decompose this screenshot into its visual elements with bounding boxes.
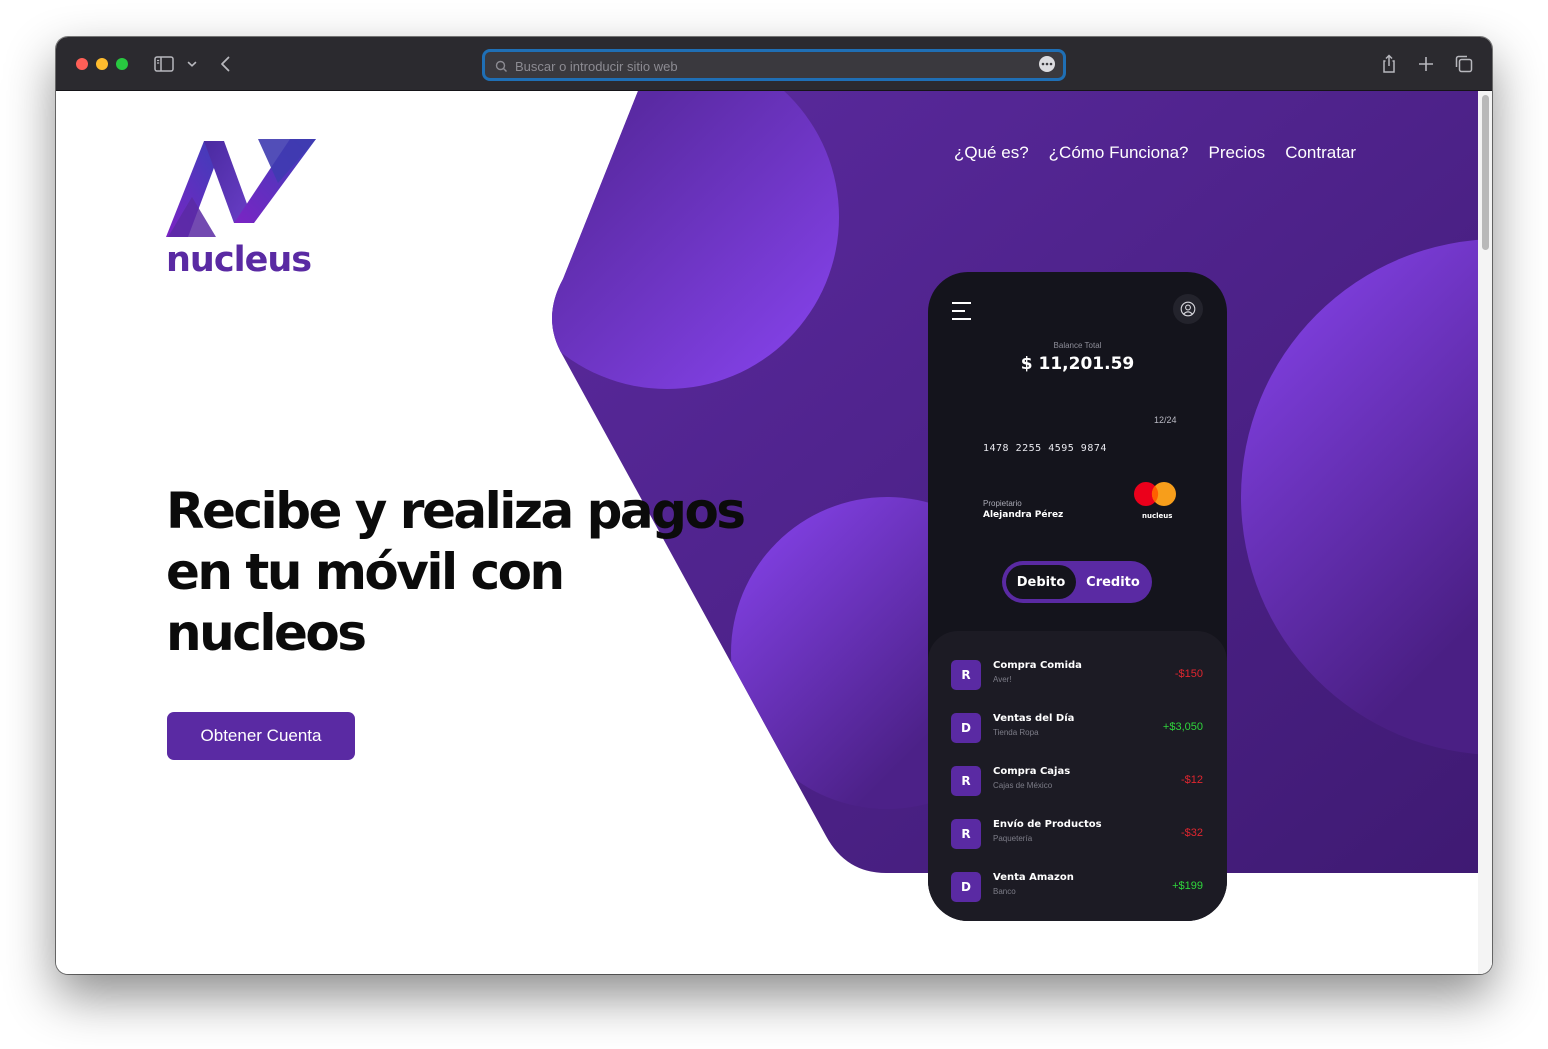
transaction-row[interactable]: R Compra Cajas Cajas de México -$12 xyxy=(928,757,1227,797)
hero-title-line: nucleos xyxy=(166,604,367,662)
maximize-window-button[interactable] xyxy=(116,58,128,70)
scrollbar-thumb[interactable] xyxy=(1482,95,1489,250)
main-nav: ¿Qué es? ¿Cómo Funciona? Precios Contrat… xyxy=(954,143,1356,163)
minimize-window-button[interactable] xyxy=(96,58,108,70)
hero-title-line: Recibe y realiza pagos xyxy=(166,482,746,540)
transaction-amount: -$150 xyxy=(1174,668,1203,680)
transaction-row[interactable]: D Venta Amazon Banco +$199 xyxy=(928,863,1227,903)
transaction-row[interactable]: R Envío de Productos Paquetería -$32 xyxy=(928,810,1227,850)
transaction-amount: +$199 xyxy=(1172,880,1203,892)
card-owner-label: Propietario xyxy=(983,499,1022,508)
credit-tab[interactable]: Credito xyxy=(1078,565,1148,599)
transaction-badge: R xyxy=(951,766,981,796)
debit-tab[interactable]: Debito xyxy=(1006,565,1076,599)
search-icon xyxy=(495,58,508,77)
card-number: 1478 2255 4595 9874 xyxy=(983,443,1107,454)
transaction-title: Compra Cajas xyxy=(993,766,1071,777)
transaction-amount: -$12 xyxy=(1180,774,1203,786)
user-profile-icon[interactable] xyxy=(1173,294,1203,324)
transaction-title: Envío de Productos xyxy=(993,819,1102,830)
transaction-row[interactable]: R Compra Comida Aver! -$150 xyxy=(928,651,1227,691)
transaction-badge: D xyxy=(951,872,981,902)
card-owner-name: Alejandra Pérez xyxy=(983,510,1064,520)
new-tab-icon[interactable] xyxy=(1414,52,1438,76)
tab-overview-icon[interactable] xyxy=(1452,52,1476,76)
more-options-icon[interactable] xyxy=(1039,56,1055,72)
transaction-subtitle: Aver! xyxy=(993,675,1012,684)
card-expiry: 12/24 xyxy=(1154,415,1177,425)
address-input[interactable] xyxy=(513,55,1027,77)
transaction-subtitle: Cajas de México xyxy=(993,781,1053,790)
browser-window: nucleus ¿Qué es? ¿Cómo Funciona? Precios… xyxy=(56,37,1492,974)
hamburger-menu-icon[interactable] xyxy=(951,301,973,325)
hero-title-line: en tu móvil con xyxy=(166,543,565,601)
logo-wordmark: nucleus xyxy=(166,240,312,280)
page-scrollbar[interactable] xyxy=(1478,91,1492,974)
nav-item-contratar[interactable]: Contratar xyxy=(1285,143,1356,163)
transaction-amount: +$3,050 xyxy=(1162,721,1203,733)
transaction-row[interactable]: D Ventas del Día Tienda Ropa +$3,050 xyxy=(928,704,1227,744)
address-bar[interactable] xyxy=(482,49,1066,81)
transaction-title: Compra Comida xyxy=(993,660,1082,671)
transaction-amount: -$32 xyxy=(1180,827,1203,839)
back-arrow-icon[interactable] xyxy=(214,52,238,76)
share-icon[interactable] xyxy=(1377,52,1401,76)
phone-mockup: Balance Total $ 11,201.59 12/24 1478 225… xyxy=(928,272,1227,921)
transaction-title: Venta Amazon xyxy=(993,872,1074,883)
hero-title: Recibe y realiza pagos en tu móvil con n… xyxy=(166,481,806,664)
account-type-toggle: Debito Credito xyxy=(1002,561,1152,603)
transaction-subtitle: Paquetería xyxy=(993,834,1033,843)
nav-item-como-funciona[interactable]: ¿Cómo Funciona? xyxy=(1049,143,1189,163)
transaction-title: Ventas del Día xyxy=(993,713,1075,724)
sidebar-toggle-icon[interactable] xyxy=(152,52,176,76)
transaction-badge: R xyxy=(951,819,981,849)
close-window-button[interactable] xyxy=(76,58,88,70)
transaction-subtitle: Banco xyxy=(993,887,1016,896)
chevron-down-icon[interactable] xyxy=(180,52,204,76)
nav-item-precios[interactable]: Precios xyxy=(1209,143,1266,163)
transaction-subtitle: Tienda Ropa xyxy=(993,728,1039,737)
get-account-button[interactable]: Obtener Cuenta xyxy=(167,712,355,760)
balance-value: $ 11,201.59 xyxy=(1020,354,1135,374)
transactions-list: R Compra Comida Aver! -$150 D Ventas del… xyxy=(928,631,1227,921)
browser-toolbar xyxy=(56,37,1492,91)
balance-label: Balance Total xyxy=(1053,341,1102,350)
mastercard-logo-icon xyxy=(1134,482,1176,506)
page-viewport: nucleus ¿Qué es? ¿Cómo Funciona? Precios… xyxy=(56,91,1492,974)
card-brand: nucleus xyxy=(1142,512,1173,520)
transaction-badge: D xyxy=(951,713,981,743)
nav-item-que-es[interactable]: ¿Qué es? xyxy=(954,143,1029,163)
transaction-badge: R xyxy=(951,660,981,690)
